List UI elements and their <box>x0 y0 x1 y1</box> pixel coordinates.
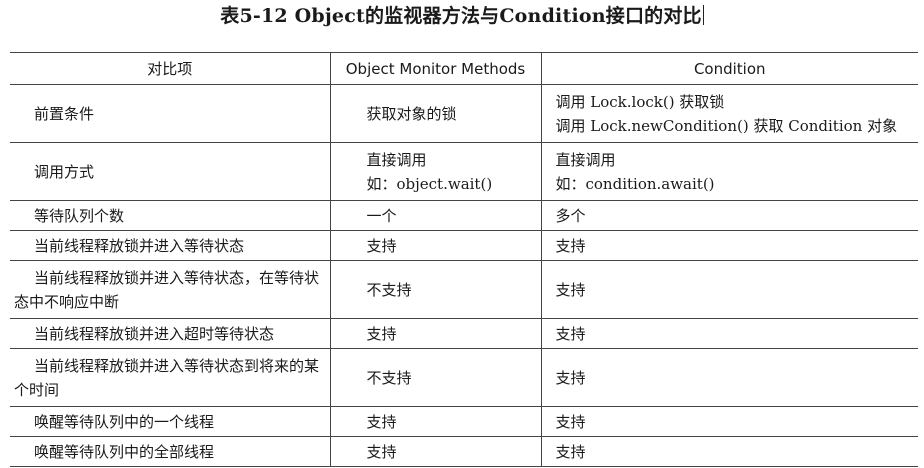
header-row: 对比项 Object Monitor Methods Condition <box>10 52 918 85</box>
cell-line: 调用 Lock.newCondition() 获取 Condition 对象 <box>555 116 898 135</box>
table-row: 前置条件 获取对象的锁 调用 Lock.lock() 获取锁 调用 Lock.n… <box>10 84 918 143</box>
row-item: 前置条件 <box>10 84 331 143</box>
row-item: 唤醒等待队列中的全部线程 <box>10 436 331 467</box>
row-item: 等待队列个数 <box>10 200 331 231</box>
row-condition-value: 支持 <box>540 406 918 437</box>
row-object-value: 不支持 <box>329 260 542 319</box>
table-row: 当前线程释放锁并进入等待状态到将来的某个时间 不支持 支持 <box>10 348 918 407</box>
cell-line: 调用 Lock.lock() 获取锁 <box>555 92 725 111</box>
header-item: 对比项 <box>10 52 331 85</box>
row-item: 唤醒等待队列中的一个线程 <box>10 406 331 437</box>
row-condition-value: 调用 Lock.lock() 获取锁 调用 Lock.newCondition(… <box>540 84 918 143</box>
table-row: 当前线程释放锁并进入超时等待状态 支持 支持 <box>10 318 918 349</box>
header-object-monitor: Object Monitor Methods <box>329 52 542 85</box>
row-condition-value: 多个 <box>540 200 918 231</box>
header-condition: Condition <box>540 52 918 85</box>
row-object-value: 不支持 <box>329 348 542 407</box>
row-item: 当前线程释放锁并进入等待状态 <box>10 230 331 261</box>
row-item: 当前线程释放锁并进入等待状态到将来的某个时间 <box>10 348 331 407</box>
cell-line: 如：condition.await() <box>555 174 715 193</box>
row-condition-value: 支持 <box>540 260 918 319</box>
row-object-value: 获取对象的锁 <box>329 84 542 143</box>
row-object-value: 直接调用 如：object.wait() <box>329 142 542 201</box>
cell-line: 直接调用 <box>555 150 616 169</box>
row-item: 调用方式 <box>10 142 331 201</box>
row-condition-value: 支持 <box>540 318 918 349</box>
row-object-value: 支持 <box>329 230 542 261</box>
table-row: 唤醒等待队列中的全部线程 支持 支持 <box>10 436 918 467</box>
table-row: 调用方式 直接调用 如：object.wait() 直接调用 如：conditi… <box>10 142 918 201</box>
comparison-table: 对比项 Object Monitor Methods Condition 前置条… <box>10 52 918 467</box>
row-object-value: 支持 <box>329 318 542 349</box>
cell-line: 获取对象的锁 <box>366 104 457 123</box>
table-caption-text: 表5-12 Object的监视器方法与Condition接口的对比 <box>220 5 702 27</box>
table-row: 当前线程释放锁并进入等待状态 支持 支持 <box>10 230 918 261</box>
row-object-value: 支持 <box>329 436 542 467</box>
table-row: 唤醒等待队列中的一个线程 支持 支持 <box>10 406 918 437</box>
row-item: 当前线程释放锁并进入超时等待状态 <box>10 318 331 349</box>
row-object-value: 一个 <box>329 200 542 231</box>
table-row: 等待队列个数 一个 多个 <box>10 200 918 231</box>
cell-line: 如：object.wait() <box>366 174 493 193</box>
row-condition-value: 支持 <box>540 348 918 407</box>
row-condition-value: 支持 <box>540 436 918 467</box>
table-row: 当前线程释放锁并进入等待状态，在等待状态中不响应中断 不支持 支持 <box>10 260 918 319</box>
row-item: 当前线程释放锁并进入等待状态，在等待状态中不响应中断 <box>10 260 331 319</box>
row-condition-value: 直接调用 如：condition.await() <box>540 142 918 201</box>
cell-line: 直接调用 <box>366 150 427 169</box>
row-object-value: 支持 <box>329 406 542 437</box>
row-condition-value: 支持 <box>540 230 918 261</box>
text-cursor <box>702 5 704 25</box>
table-caption: 表5-12 Object的监视器方法与Condition接口的对比 <box>0 2 924 30</box>
